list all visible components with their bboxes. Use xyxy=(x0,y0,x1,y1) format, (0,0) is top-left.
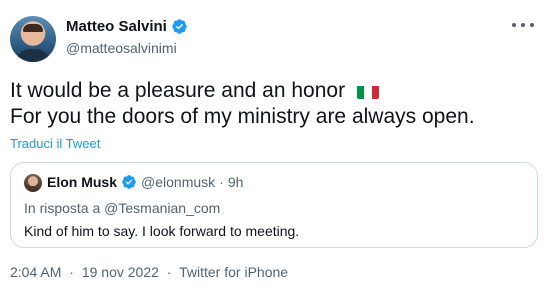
avatar-hair xyxy=(23,24,43,32)
verified-badge-icon xyxy=(122,175,136,189)
tweet-text-line-1: It would be a pleasure and an honor xyxy=(10,78,475,104)
verified-badge-icon xyxy=(172,19,187,34)
more-dot xyxy=(530,23,534,27)
quoted-tweet[interactable]: Elon Musk @elonmusk · 9h In risposta a @… xyxy=(10,162,538,248)
avatar-shirt xyxy=(16,49,50,62)
author-avatar[interactable] xyxy=(10,16,56,62)
more-dot xyxy=(521,23,525,27)
tweet-line1-text: It would be a pleasure and an honor xyxy=(10,79,346,102)
more-options-icon[interactable] xyxy=(512,18,534,32)
quoted-author-handle[interactable]: @elonmusk xyxy=(141,174,215,190)
quoted-tweet-text: Kind of him to say. I look forward to me… xyxy=(24,223,300,239)
more-dot xyxy=(512,23,516,27)
reply-context: In risposta a @Tesmanian_com xyxy=(24,200,220,216)
tweet-metadata: 2:04 AM · 19 nov 2022 · Twitter for iPho… xyxy=(10,264,288,280)
tweet-time[interactable]: 2:04 AM xyxy=(10,264,61,280)
reply-mention-link[interactable]: @Tesmanian_com xyxy=(104,200,220,216)
author-handle[interactable]: @matteosalvinimi xyxy=(66,40,177,56)
quoted-author-avatar[interactable] xyxy=(24,174,42,192)
quoted-author-name[interactable]: Elon Musk xyxy=(47,174,117,190)
tweet-card: Matteo Salvini @matteosalvinimi It would… xyxy=(0,0,550,297)
translate-tweet-link[interactable]: Traduci il Tweet xyxy=(10,136,100,151)
tweet-text-line-2: For you the doors of my ministry are alw… xyxy=(10,105,475,128)
quoted-author-row: Elon Musk @elonmusk · 9h xyxy=(47,174,243,190)
tweet-source[interactable]: Twitter for iPhone xyxy=(179,264,288,280)
reply-prefix: In risposta a xyxy=(24,200,101,216)
quoted-separator: · xyxy=(219,174,224,190)
tweet-date[interactable]: 19 nov 2022 xyxy=(82,264,159,280)
author-display-name[interactable]: Matteo Salvini xyxy=(66,18,167,35)
quoted-timestamp[interactable]: 9h xyxy=(228,174,244,190)
meta-separator: · xyxy=(69,264,74,280)
author-name-row: Matteo Salvini xyxy=(66,18,188,35)
meta-separator: · xyxy=(166,264,172,280)
italy-flag-icon xyxy=(356,83,379,99)
tweet-text: It would be a pleasure and an honor For … xyxy=(10,78,475,130)
